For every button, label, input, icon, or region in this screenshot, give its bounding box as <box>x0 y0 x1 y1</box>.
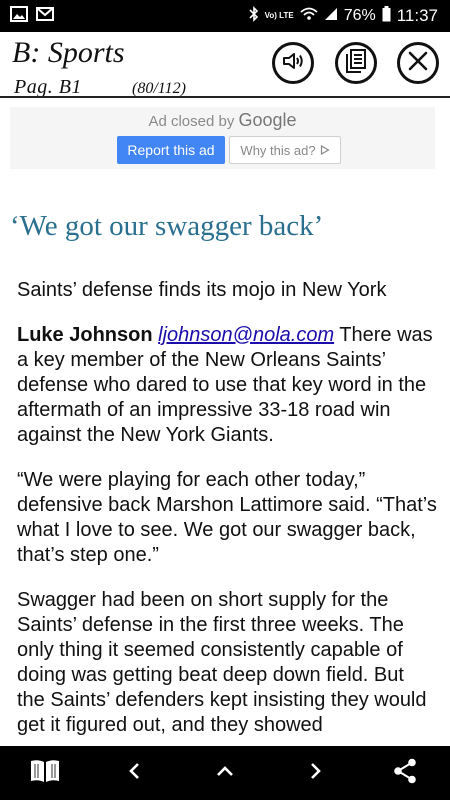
next-icon <box>308 762 322 785</box>
article-paragraph: “We were playing for each other today,” … <box>17 469 437 566</box>
previous-icon <box>128 762 142 785</box>
close-icon <box>407 50 429 77</box>
read-aloud-button[interactable] <box>272 42 314 84</box>
gallery-icon <box>10 5 28 27</box>
adchoices-icon <box>320 143 330 158</box>
library-button[interactable] <box>18 746 72 800</box>
battery-percent: 76% <box>343 7 376 24</box>
ad-placeholder: Ad closed by Google Report this ad Why t… <box>10 107 435 169</box>
article-list-icon <box>345 48 367 78</box>
close-button[interactable] <box>397 42 439 84</box>
article-subhead: Saints’ defense finds its mojo in New Yo… <box>17 279 387 301</box>
book-icon <box>29 758 61 789</box>
why-this-ad-button[interactable]: Why this ad? <box>229 136 341 164</box>
scroll-top-button[interactable] <box>198 746 252 800</box>
article-body: Saints’ defense finds its mojo in New Yo… <box>17 278 437 758</box>
share-button[interactable] <box>378 746 432 800</box>
why-this-ad-label: Why this ad? <box>240 142 316 158</box>
bluetooth-icon <box>249 5 259 27</box>
mail-icon <box>36 6 54 26</box>
wifi-icon <box>300 6 318 26</box>
author-email-link[interactable]: ljohnson@nola.com <box>158 324 334 346</box>
article-headline: ‘We got our swagger back’ <box>10 210 324 242</box>
speaker-icon <box>281 51 305 76</box>
clock: 11:37 <box>396 6 438 25</box>
page-label: Pag. B1 <box>14 76 82 98</box>
ad-closed-notice: Ad closed by Google <box>10 110 435 131</box>
previous-page-button[interactable] <box>108 746 162 800</box>
article-list-button[interactable] <box>335 42 377 84</box>
reader-header: B: Sports Pag. B1 (80/112) <box>0 32 450 98</box>
bottom-navigation <box>0 746 450 800</box>
up-icon <box>216 764 234 783</box>
report-ad-button[interactable]: Report this ad <box>117 136 225 164</box>
article-paragraph: Luke Johnson ljohnson@nola.com There was… <box>17 323 437 448</box>
next-page-button[interactable] <box>288 746 342 800</box>
network-type-label: Vo) LTE <box>264 11 294 20</box>
ad-closed-text: Ad closed by <box>148 113 235 130</box>
author-name: Luke Johnson <box>17 324 153 346</box>
battery-icon <box>382 5 391 27</box>
page-count: (80/112) <box>132 80 186 97</box>
article-paragraph: Swagger had been on short supply for the… <box>17 589 427 736</box>
section-title: B: Sports <box>12 36 125 69</box>
signal-icon <box>324 6 338 26</box>
google-logo: Google <box>238 110 297 130</box>
share-icon <box>393 758 417 789</box>
status-bar: Vo) LTE 76% 11:37 <box>0 0 450 32</box>
